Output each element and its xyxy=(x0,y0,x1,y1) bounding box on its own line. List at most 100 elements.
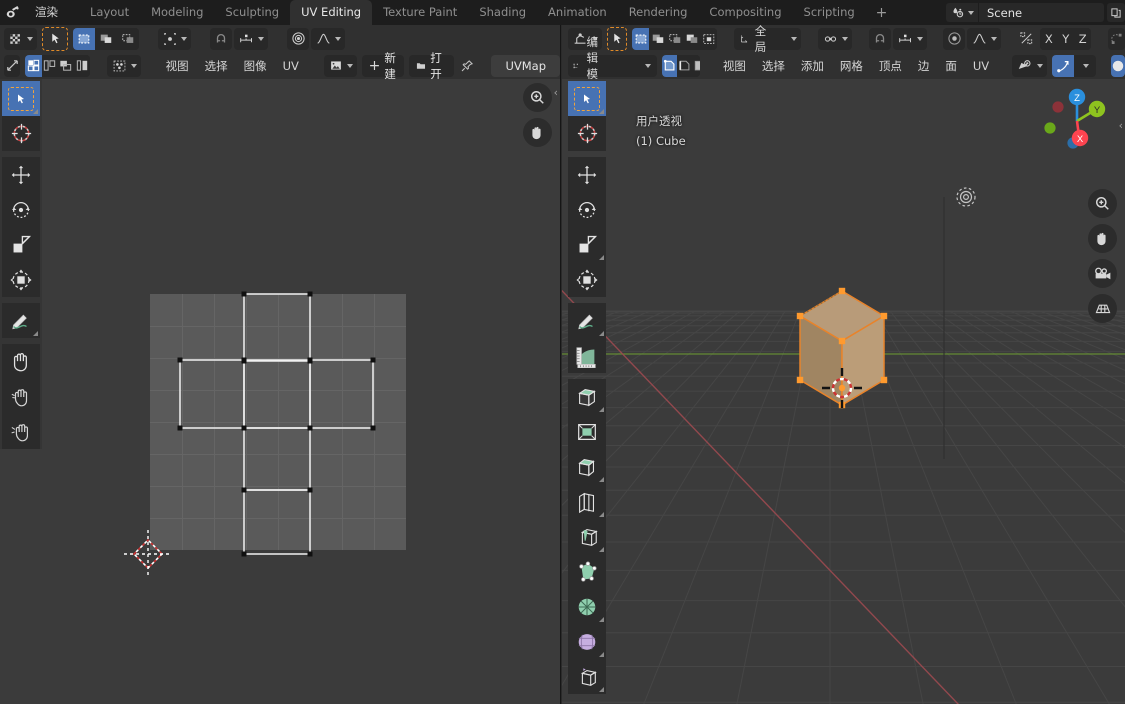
uv-menu-2[interactable]: 图像 xyxy=(236,56,275,76)
workspace-tab-animation[interactable]: Animation xyxy=(537,0,618,25)
workspace-tab-layout[interactable]: Layout xyxy=(79,0,140,25)
uvmap-datablock-field[interactable]: UVMap xyxy=(491,54,561,77)
zoom-icon[interactable] xyxy=(1088,189,1117,218)
interaction-mode-selector[interactable]: 编辑模式 xyxy=(568,35,657,97)
uv-menu-0[interactable]: 视图 xyxy=(158,56,197,76)
gizmo-icon[interactable] xyxy=(1052,54,1075,77)
camera-view-icon[interactable] xyxy=(1088,259,1117,288)
vp-tool-loop-cut[interactable] xyxy=(568,484,606,519)
uv-editor-canvas[interactable]: ‹ xyxy=(0,79,560,704)
uv-menu-1[interactable]: 选择 xyxy=(197,56,236,76)
pin-icon[interactable] xyxy=(459,55,475,77)
viewport-pivot-point-selector[interactable] xyxy=(817,27,852,50)
vp-tool-extrude-region[interactable] xyxy=(568,379,606,414)
pan-hand-icon[interactable] xyxy=(1088,224,1117,253)
vp-tool-move[interactable] xyxy=(568,157,606,192)
uv-tool-grab[interactable] xyxy=(2,344,40,379)
vp-tool-scale[interactable] xyxy=(568,227,606,262)
sticky-selection-selector[interactable] xyxy=(106,54,141,77)
vp-tool-tweak[interactable] xyxy=(568,81,606,116)
pan-hand-icon[interactable] xyxy=(523,118,552,147)
vp-tool-knife[interactable] xyxy=(568,519,606,554)
shading-mode-icon[interactable] xyxy=(1111,54,1125,77)
top-menu-2[interactable]: 渲染 xyxy=(26,2,67,23)
viewport-menu-1[interactable]: 选择 xyxy=(754,56,793,76)
zoom-icon[interactable] xyxy=(523,83,552,112)
vp-tool-cursor[interactable] xyxy=(568,116,606,151)
vp-tool-smooth[interactable] xyxy=(568,624,606,659)
uv-tool-move[interactable] xyxy=(2,157,40,192)
select-extend-icon[interactable] xyxy=(95,27,117,50)
vp-tool-inset-faces[interactable] xyxy=(568,414,606,449)
viewport-menu-5[interactable]: 边 xyxy=(910,56,938,76)
vp-tool-annotate[interactable] xyxy=(568,303,606,338)
workspace-tab-texture-paint[interactable]: Texture Paint xyxy=(372,0,468,25)
uv-tool-tweak[interactable] xyxy=(2,81,40,116)
proportional-edit-icon[interactable] xyxy=(287,27,309,50)
workspace-tab-uv-editing[interactable]: UV Editing xyxy=(290,0,373,25)
viewport-menu-2[interactable]: 添加 xyxy=(793,56,832,76)
viewport-menu-6[interactable]: 面 xyxy=(937,56,965,76)
uv-menu-3[interactable]: UV xyxy=(275,57,307,75)
workspace-tab-compositing[interactable]: Compositing xyxy=(698,0,792,25)
uv-tool-transform[interactable] xyxy=(2,262,40,297)
workspace-tab-rendering[interactable]: Rendering xyxy=(618,0,699,25)
vp-tool-transform[interactable] xyxy=(568,262,606,297)
uv-select-edge-icon[interactable] xyxy=(41,54,58,77)
viewport-menu-3[interactable]: 网格 xyxy=(832,56,871,76)
face-select-icon[interactable] xyxy=(691,54,700,77)
uv-pivot-point-selector[interactable] xyxy=(158,27,191,50)
proportional-falloff-selector[interactable] xyxy=(311,27,345,50)
gizmo-options-caret-icon[interactable] xyxy=(1082,63,1089,68)
magnet-icon[interactable] xyxy=(868,27,891,50)
viewport-menu-4[interactable]: 顶点 xyxy=(871,56,910,76)
auto-merge-icon[interactable] xyxy=(1108,27,1125,50)
uv-tool-scale[interactable] xyxy=(2,227,40,262)
mirror-axis-x[interactable]: X xyxy=(1040,27,1058,50)
open-image-button[interactable]: 打开 xyxy=(409,51,454,81)
proportional-falloff-selector[interactable] xyxy=(967,27,1002,50)
navigation-gizmo[interactable]: Z Y X xyxy=(1037,81,1117,161)
select-box-icon[interactable] xyxy=(73,27,95,50)
view-layer-icon[interactable] xyxy=(1107,3,1125,22)
scene-datablock-icon-button[interactable] xyxy=(946,3,978,22)
viewport-sidebar-toggle[interactable]: ‹ xyxy=(1119,119,1123,132)
workspace-tab-scripting[interactable]: Scripting xyxy=(793,0,866,25)
select-subtract-icon[interactable] xyxy=(117,27,139,50)
select-invert-icon[interactable] xyxy=(683,27,701,50)
mirror-axis-z[interactable]: Z xyxy=(1074,27,1092,50)
blender-logo-icon[interactable] xyxy=(0,0,26,25)
uv-tool-rotate[interactable] xyxy=(2,192,40,227)
uv-sidebar-toggle[interactable]: ‹ xyxy=(554,86,558,99)
viewport-menu-7[interactable]: UV xyxy=(965,57,997,75)
object-visibility-selector[interactable] xyxy=(1012,54,1048,77)
vp-tool-poly-build[interactable] xyxy=(568,554,606,589)
workspace-tab-modeling[interactable]: Modeling xyxy=(140,0,214,25)
uv-tool-annotate[interactable] xyxy=(2,303,40,338)
vp-tool-bevel[interactable] xyxy=(568,449,606,484)
new-image-button[interactable]: + 新建 xyxy=(361,51,405,81)
vp-tool-rotate[interactable] xyxy=(568,192,606,227)
viewport-menu-0[interactable]: 视图 xyxy=(715,56,754,76)
edge-select-icon[interactable] xyxy=(676,54,692,77)
add-workspace-button[interactable]: + xyxy=(866,2,898,24)
viewport-3d-canvas[interactable]: 用户透视 (1) Cube Z Y X ‹ xyxy=(562,79,1125,704)
mirror-axis-y[interactable]: Y xyxy=(1057,27,1075,50)
workspace-tab-shading[interactable]: Shading xyxy=(468,0,537,25)
uv-tool-relax[interactable] xyxy=(2,379,40,414)
active-tool-indicator[interactable] xyxy=(42,26,68,51)
uv-tool-pinch[interactable] xyxy=(2,414,40,449)
select-intersect-icon[interactable] xyxy=(700,27,718,50)
transform-orientation-selector[interactable]: 全局 xyxy=(734,24,801,54)
uv-select-island-icon[interactable] xyxy=(74,54,91,77)
vertex-select-icon[interactable] xyxy=(661,54,677,77)
select-subtract-icon[interactable] xyxy=(666,27,684,50)
uv-editor-type-selector[interactable] xyxy=(4,27,37,50)
vp-tool-shear[interactable] xyxy=(568,659,606,694)
select-extend-icon[interactable] xyxy=(649,27,667,50)
snap-target-selector[interactable] xyxy=(892,27,927,50)
image-datablock-selector[interactable] xyxy=(323,54,357,77)
uv-select-face-icon[interactable] xyxy=(57,54,75,77)
ortho-persp-toggle-icon[interactable] xyxy=(1088,294,1117,323)
uv-select-vertex-icon[interactable] xyxy=(25,54,42,77)
